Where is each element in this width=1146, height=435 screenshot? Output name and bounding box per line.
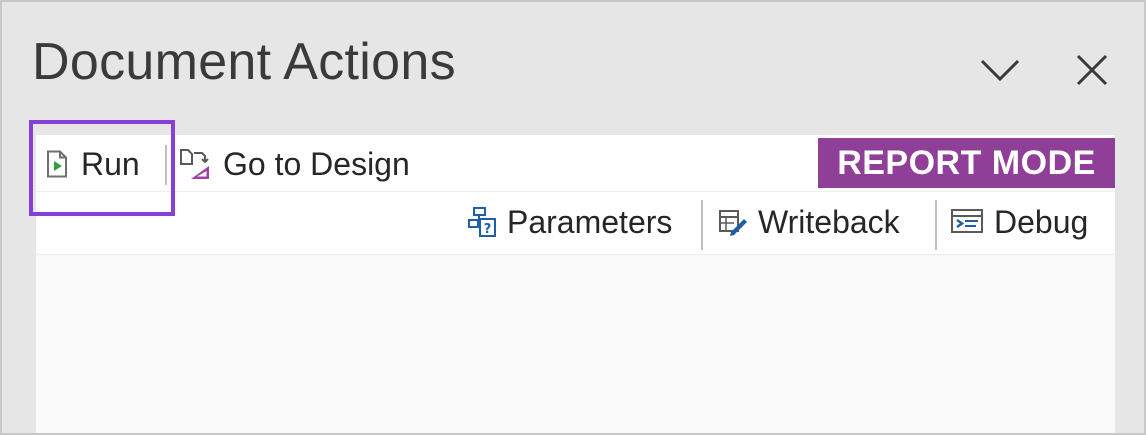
close-pane-button[interactable] xyxy=(1070,48,1114,92)
secondary-toolbar: ? Parameters Writeback Debug xyxy=(36,192,1115,255)
debug-button[interactable]: Debug xyxy=(950,202,1088,242)
debug-label: Debug xyxy=(994,204,1089,240)
writeback-icon xyxy=(719,210,747,236)
parameters-icon: ? xyxy=(468,207,496,237)
toolbar-divider xyxy=(935,200,937,250)
run-button[interactable]: Run xyxy=(46,144,140,184)
run-label: Run xyxy=(81,146,140,182)
debug-icon xyxy=(951,209,983,233)
document-actions-panel: Run Go to Design REPORT MODE ? Parameter… xyxy=(36,135,1115,433)
go-to-design-icon xyxy=(180,149,209,179)
pane-title: Document Actions xyxy=(32,33,456,91)
report-mode-badge: REPORT MODE xyxy=(818,138,1115,188)
run-document-icon xyxy=(47,150,67,178)
primary-toolbar: Run Go to Design REPORT MODE xyxy=(36,135,1115,192)
parameters-button[interactable]: ? Parameters xyxy=(467,202,672,242)
toolbar-divider xyxy=(165,145,167,185)
toolbar-divider xyxy=(701,200,703,250)
go-to-design-button[interactable]: Go to Design xyxy=(179,144,410,184)
collapse-pane-button[interactable] xyxy=(978,48,1022,92)
svg-text:?: ? xyxy=(484,222,492,237)
go-to-design-label: Go to Design xyxy=(223,146,410,182)
writeback-label: Writeback xyxy=(758,204,900,240)
writeback-button[interactable]: Writeback xyxy=(718,202,900,242)
parameters-label: Parameters xyxy=(507,204,673,240)
close-icon xyxy=(1076,54,1108,86)
chevron-down-icon xyxy=(980,59,1020,82)
document-actions-pane: Document Actions Run Go to Design REPORT… xyxy=(0,0,1146,435)
